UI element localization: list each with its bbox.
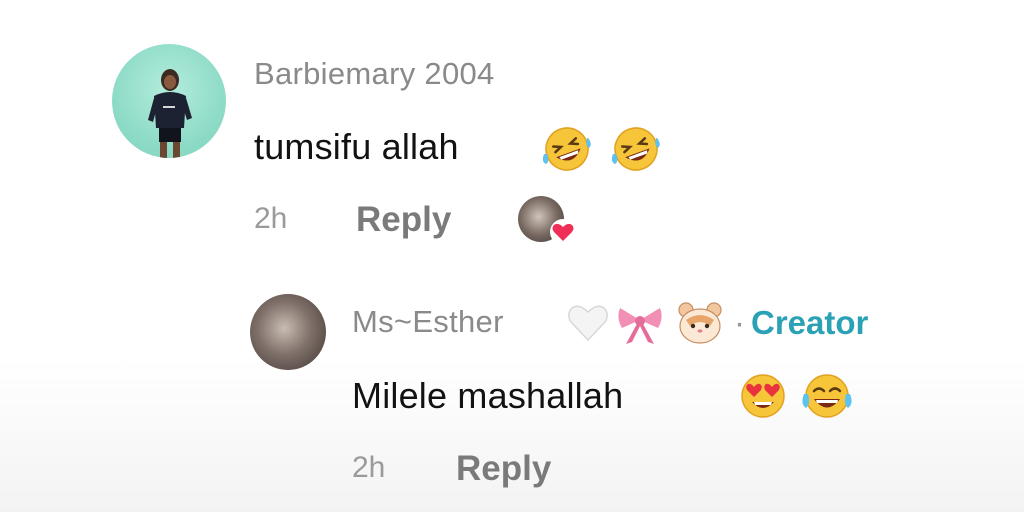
creator-avatar[interactable] — [250, 294, 326, 370]
commenter-avatar[interactable] — [112, 44, 226, 158]
comment-text: tumsifu allah — [254, 126, 459, 167]
white-heart-icon — [568, 305, 608, 342]
reply-timestamp: 2h — [352, 451, 386, 484]
reply-button[interactable]: Reply — [356, 200, 451, 240]
commenter-username[interactable]: Barbiemary 2004 — [254, 56, 495, 92]
creator-badge-label: Creator — [751, 304, 869, 341]
rofl-emoji-icon — [611, 127, 660, 171]
creator-badge: · Creator — [734, 304, 868, 342]
tears-of-joy-emoji-icon — [802, 374, 852, 418]
creator-username[interactable]: Ms~Esther — [352, 304, 504, 340]
reply-button[interactable]: Reply — [456, 449, 551, 489]
rofl-emoji-icon — [542, 127, 591, 171]
reply-text: Milele mashallah — [352, 375, 624, 416]
heart-icon — [550, 219, 576, 245]
comment-timestamp: 2h — [254, 202, 288, 235]
separator-dot: · — [734, 304, 745, 341]
person-figure-icon — [148, 69, 192, 158]
hamster-icon — [678, 302, 722, 344]
ribbon-icon — [618, 308, 662, 344]
heart-eyes-emoji-icon — [741, 374, 785, 418]
